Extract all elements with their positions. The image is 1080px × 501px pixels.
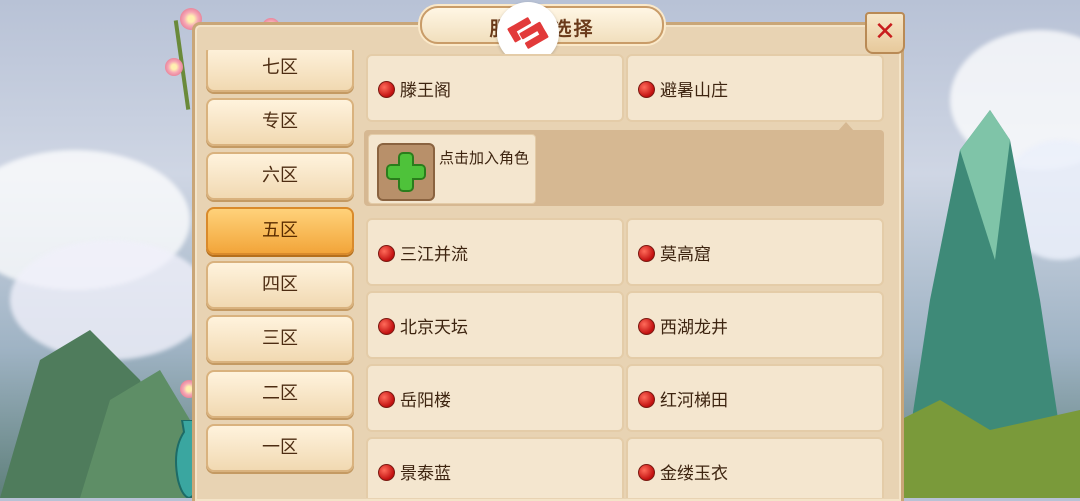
server-item[interactable]: 红河梯田: [626, 364, 884, 432]
server-name: 岳阳楼: [400, 391, 451, 411]
status-dot-icon: [378, 245, 395, 262]
server-item[interactable]: 金缕玉衣: [626, 437, 884, 498]
zone-tab-label: 四区: [262, 274, 298, 295]
plus-icon: [377, 143, 435, 201]
zone-tab-label: 二区: [262, 383, 298, 404]
zone-tab-1[interactable]: 一区: [206, 424, 354, 472]
server-name: 三江并流: [400, 245, 468, 265]
zone-tab-5[interactable]: 五区: [206, 207, 354, 255]
status-dot-icon: [638, 245, 655, 262]
zone-sidebar[interactable]: 七区 专区 六区 五区 四区 三区 二区 一区: [200, 50, 360, 498]
server-name: 金缕玉衣: [660, 464, 728, 484]
zone-tab-label: 专区: [262, 111, 298, 132]
server-item[interactable]: 莫高窟: [626, 218, 884, 286]
zone-tab-label: 一区: [262, 437, 298, 458]
add-role-button[interactable]: 点击加入角色: [368, 134, 536, 204]
server-name: 北京天坛: [400, 318, 468, 338]
server-item[interactable]: 避暑山庄: [626, 54, 884, 122]
server-name: 西湖龙井: [660, 318, 728, 338]
zone-tab-label: 六区: [262, 165, 298, 186]
flower-icon: [165, 58, 183, 76]
server-item[interactable]: 西湖龙井: [626, 291, 884, 359]
status-dot-icon: [378, 81, 395, 98]
zone-tab-label: 三区: [262, 328, 298, 349]
status-dot-icon: [638, 318, 655, 335]
status-dot-icon: [378, 318, 395, 335]
status-dot-icon: [378, 391, 395, 408]
zone-tab-special[interactable]: 专区: [206, 98, 354, 146]
server-item[interactable]: 三江并流: [366, 218, 624, 286]
status-dot-icon: [638, 81, 655, 98]
server-list[interactable]: 滕王阁 避暑山庄 点击加入角色 三江并流 莫高窟 北京天坛 西湖龙井 岳阳楼 红…: [364, 50, 886, 498]
server-item[interactable]: 北京天坛: [366, 291, 624, 359]
add-role-label: 点击加入角色: [439, 149, 530, 167]
status-dot-icon: [638, 391, 655, 408]
close-button[interactable]: ✕: [865, 12, 905, 54]
zone-tab-3[interactable]: 三区: [206, 315, 354, 363]
role-panel: 点击加入角色: [364, 130, 884, 206]
server-item[interactable]: 滕王阁: [366, 54, 624, 122]
zone-tab-6[interactable]: 六区: [206, 152, 354, 200]
server-name: 莫高窟: [660, 245, 711, 265]
server-item[interactable]: 岳阳楼: [366, 364, 624, 432]
server-name: 景泰蓝: [400, 464, 451, 484]
zone-tab-label: 七区: [262, 57, 298, 78]
server-name: 滕王阁: [400, 81, 451, 101]
zone-tab-4[interactable]: 四区: [206, 261, 354, 309]
status-dot-icon: [638, 464, 655, 481]
zone-tab-label: 五区: [262, 220, 298, 241]
zone-tab-2[interactable]: 二区: [206, 370, 354, 418]
zone-tab-7[interactable]: 七区: [206, 50, 354, 92]
close-icon: ✕: [874, 17, 896, 47]
server-name: 红河梯田: [660, 391, 728, 411]
server-item[interactable]: 景泰蓝: [366, 437, 624, 498]
server-name: 避暑山庄: [660, 81, 728, 101]
status-dot-icon: [378, 464, 395, 481]
